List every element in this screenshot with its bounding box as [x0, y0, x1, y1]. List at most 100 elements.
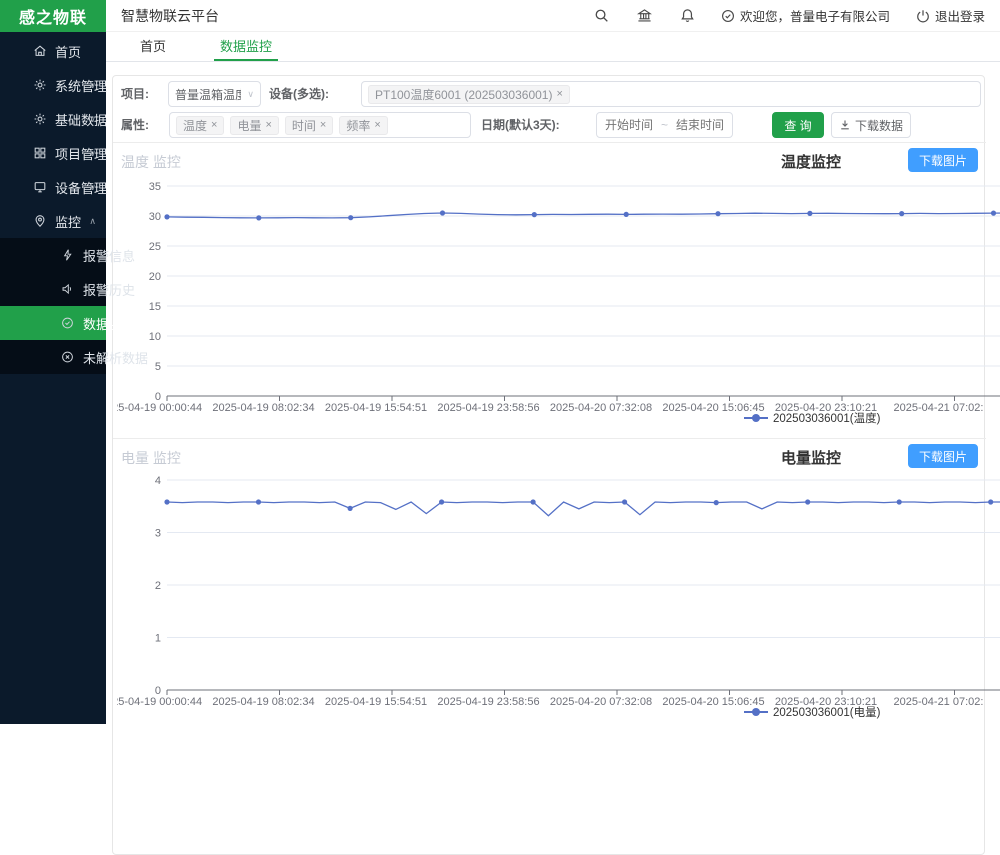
date-separator: ~ [661, 118, 668, 132]
sidebar-item-2[interactable]: 基础数据∨ [0, 102, 106, 136]
welcome-user[interactable]: 欢迎您，普量电子有限公司 [721, 6, 890, 25]
sidebar-subitem-label: 未解析数据 [83, 348, 148, 367]
battery-section-title: 电量 监控 [121, 448, 181, 468]
content: 项目: 普量温箱温度... ∨ 设备(多选): PT100温度6001 (202… [106, 63, 1000, 724]
device-label: 设备(多选): [269, 81, 329, 107]
close-icon[interactable]: × [374, 119, 380, 131]
tabbar: 首页 数据监控 [106, 32, 1000, 62]
gear-icon [33, 112, 47, 126]
speaker-icon [61, 283, 74, 296]
project-select[interactable]: 普量温箱温度... ∨ [168, 81, 261, 107]
institution-icon[interactable] [637, 8, 652, 23]
svg-text:1: 1 [155, 633, 161, 645]
sidebar-item-label: 基础数据 [55, 110, 107, 129]
tab-data-monitor[interactable]: 数据监控 [214, 32, 278, 61]
svg-text:2025-04-21 07:02:: 2025-04-21 07:02: [894, 696, 984, 708]
welcome-text: 欢迎您，普量电子有限公司 [740, 6, 890, 25]
svg-text:25: 25 [149, 241, 161, 253]
svg-text:2025-04-19 23:58:56: 2025-04-19 23:58:56 [437, 696, 539, 708]
sidebar-subitem-2[interactable]: 数据监控 [0, 306, 106, 340]
shield-x-icon [61, 351, 74, 364]
download-image-button-temperature[interactable]: 下载图片 [908, 148, 978, 172]
download-image-button-battery[interactable]: 下载图片 [908, 444, 978, 468]
project-select-value: 普量温箱温度... [175, 86, 241, 103]
sidebar-item-4[interactable]: 设备管理∨ [0, 170, 106, 204]
date-label: 日期(默认3天): [481, 112, 560, 138]
topbar: 智慧物联云平台 欢迎您，普量电子有限公司 退出登录 [106, 0, 1000, 32]
sidebar-subitem-1[interactable]: 报警历史 [0, 272, 106, 306]
close-icon[interactable]: × [211, 119, 217, 131]
tab-home[interactable]: 首页 [134, 32, 172, 61]
close-icon[interactable]: × [556, 88, 562, 100]
device-multiselect[interactable]: PT100温度6001 (202503036001)× [361, 81, 981, 107]
chevron-down-icon: ∨ [89, 80, 96, 91]
query-button[interactable]: 查 询 [772, 112, 824, 138]
monitor-submenu: 报警信息报警历史数据监控未解析数据 [0, 238, 106, 374]
sidebar-subitem-label: 报警信息 [83, 246, 135, 265]
user-circle-icon [721, 9, 735, 23]
svg-text:2025-04-20 15:06:45: 2025-04-20 15:06:45 [662, 402, 764, 414]
sidebar-item-5[interactable]: 监控 ∧ [0, 204, 106, 238]
sidebar-subitem-0[interactable]: 报警信息 [0, 238, 106, 272]
sidebar-item-label: 设备管理 [55, 178, 107, 197]
app-logo: 感之物联 [0, 0, 106, 32]
project-label: 项目: [121, 81, 149, 107]
svg-text:2025-04-21 07:02:: 2025-04-21 07:02: [894, 402, 984, 414]
temperature-chart-section: 温度 监控 温度监控 下载图片 051015202530352025-04-19… [113, 142, 986, 438]
grid-icon [33, 146, 47, 160]
date-start-input[interactable] [603, 118, 655, 132]
lightning-icon [61, 249, 74, 262]
logout-button[interactable]: 退出登录 [916, 6, 985, 25]
svg-text:2: 2 [155, 580, 161, 592]
svg-text:2025-04-20 15:06:45: 2025-04-20 15:06:45 [662, 696, 764, 708]
chevron-down-icon: ∨ [89, 114, 96, 125]
battery-line-chart: 012342025-04-19 00:00:442025-04-19 08:02… [117, 468, 1000, 730]
chevron-up-icon: ∧ [89, 216, 96, 227]
sidebar-item-label: 项目管理 [55, 144, 107, 163]
attr-tag[interactable]: 温度× [176, 116, 224, 135]
date-end-input[interactable] [674, 118, 726, 132]
svg-text:2025-04-19 15:54:51: 2025-04-19 15:54:51 [325, 696, 427, 708]
attr-multiselect[interactable]: 温度× 电量× 时间× 频率× [169, 112, 471, 138]
sidebar-item-label: 监控 [55, 212, 81, 231]
svg-text:2025-04-19 00:00:44: 2025-04-19 00:00:44 [117, 402, 202, 414]
sidebar-subitem-3[interactable]: 未解析数据 [0, 340, 106, 374]
logout-text: 退出登录 [935, 6, 985, 25]
attr-tag[interactable]: 时间× [285, 116, 333, 135]
svg-text:202503036001(温度): 202503036001(温度) [773, 411, 881, 425]
attr-tag[interactable]: 电量× [230, 116, 278, 135]
close-icon[interactable]: × [265, 119, 271, 131]
query-panel: 项目: 普量温箱温度... ∨ 设备(多选): PT100温度6001 (202… [112, 75, 985, 855]
attr-label: 属性: [121, 112, 149, 138]
download-data-button[interactable]: 下载数据 [831, 112, 911, 138]
sidebar-subitem-label: 报警历史 [83, 280, 135, 299]
download-icon [839, 119, 851, 131]
svg-text:15: 15 [149, 301, 161, 313]
chevron-down-icon: ∨ [89, 148, 96, 159]
device-tag[interactable]: PT100温度6001 (202503036001)× [368, 85, 570, 104]
battery-chart-section: 电量 监控 电量监控 下载图片 012342025-04-19 00:00:44… [113, 438, 986, 838]
date-range-input[interactable]: ~ [596, 112, 733, 138]
sidebar-item-1[interactable]: 系统管理∨ [0, 68, 106, 102]
download-data-label: 下载数据 [855, 117, 903, 134]
svg-text:20: 20 [149, 271, 161, 283]
close-icon[interactable]: × [320, 119, 326, 131]
sidebar-menu: 首页系统管理∨基础数据∨项目管理∨设备管理∨监控∧报警信息报警历史数据监控未解析… [0, 32, 106, 374]
svg-text:2025-04-19 23:58:56: 2025-04-19 23:58:56 [437, 402, 539, 414]
temperature-chart-title: 温度监控 [781, 151, 841, 172]
sidebar: 感之物联 首页系统管理∨基础数据∨项目管理∨设备管理∨监控∧报警信息报警历史数据… [0, 0, 106, 724]
device-icon [33, 180, 47, 194]
sidebar-item-0[interactable]: 首页 [0, 34, 106, 68]
bell-icon[interactable] [680, 8, 695, 23]
sidebar-subitem-label: 数据监控 [83, 314, 135, 333]
svg-text:30: 30 [149, 211, 161, 223]
gear-icon [33, 78, 47, 92]
sidebar-item-label: 系统管理 [55, 76, 107, 95]
temperature-section-title: 温度 监控 [121, 152, 181, 172]
search-icon[interactable] [594, 8, 609, 23]
power-icon [916, 9, 930, 23]
sidebar-item-3[interactable]: 项目管理∨ [0, 136, 106, 170]
svg-text:5: 5 [155, 361, 161, 373]
attr-tag[interactable]: 频率× [339, 116, 387, 135]
shield-check-icon [61, 317, 74, 330]
